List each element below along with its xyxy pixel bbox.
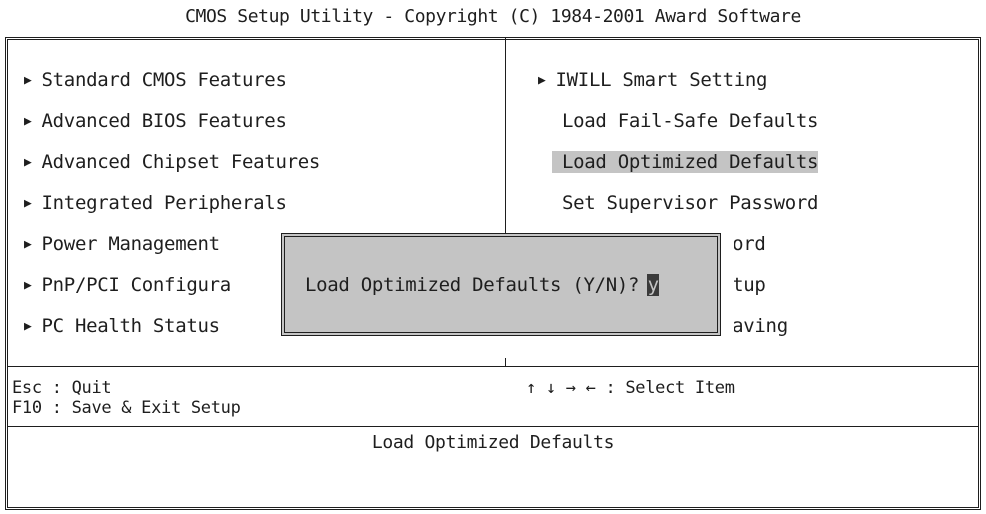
menu-item-integrated-peripherals[interactable]: ▶ Integrated Peripherals xyxy=(24,191,287,216)
dialog-prompt: Load Optimized Defaults (Y/N)? y xyxy=(305,274,660,296)
menu-item-advanced-chipset[interactable]: ▶ Advanced Chipset Features xyxy=(24,150,320,175)
menu-item-standard-cmos[interactable]: ▶ Standard CMOS Features xyxy=(24,68,287,93)
submenu-arrow-icon: ▶ xyxy=(24,278,32,293)
item-help-text: Load Optimized Defaults xyxy=(371,432,615,453)
keys-divider xyxy=(8,366,978,367)
menu-item-iwill-smart[interactable]: ▶ IWILL Smart Setting xyxy=(538,68,767,93)
key-esc-quit: Esc : Quit xyxy=(12,378,112,398)
key-f10-save-exit: F10 : Save & Exit Setup xyxy=(12,398,241,418)
key-select-item: ↑ ↓ → ← : Select Item xyxy=(526,378,735,398)
menu-item-load-optimized[interactable]: Load Optimized Defaults xyxy=(552,150,819,174)
help-divider xyxy=(8,426,978,427)
submenu-arrow-icon: ▶ xyxy=(24,319,32,334)
menu-item-advanced-bios[interactable]: ▶ Advanced BIOS Features xyxy=(24,109,287,134)
window-title: CMOS Setup Utility - Copyright (C) 1984-… xyxy=(185,6,801,27)
confirm-dialog[interactable]: Load Optimized Defaults (Y/N)? y xyxy=(281,233,721,336)
submenu-arrow-icon: ▶ xyxy=(24,237,32,252)
submenu-arrow-icon: ▶ xyxy=(24,114,32,129)
submenu-arrow-icon: ▶ xyxy=(24,73,32,88)
submenu-arrow-icon: ▶ xyxy=(24,155,32,170)
menu-item-set-supervisor-password[interactable]: Set Supervisor Password xyxy=(562,191,819,215)
menu-item-load-failsafe[interactable]: Load Fail-Safe Defaults xyxy=(562,109,819,133)
menu-item-pnp-pci[interactable]: ▶ PnP/PCI Configura xyxy=(24,273,231,298)
submenu-arrow-icon: ▶ xyxy=(24,196,32,211)
submenu-arrow-icon: ▶ xyxy=(538,73,546,88)
selected-item-highlight: Load Optimized Defaults xyxy=(552,151,819,173)
menu-item-pc-health[interactable]: ▶ PC Health Status xyxy=(24,314,220,339)
dialog-input[interactable]: y xyxy=(647,274,660,296)
menu-item-power-management[interactable]: ▶ Power Management xyxy=(24,232,220,257)
